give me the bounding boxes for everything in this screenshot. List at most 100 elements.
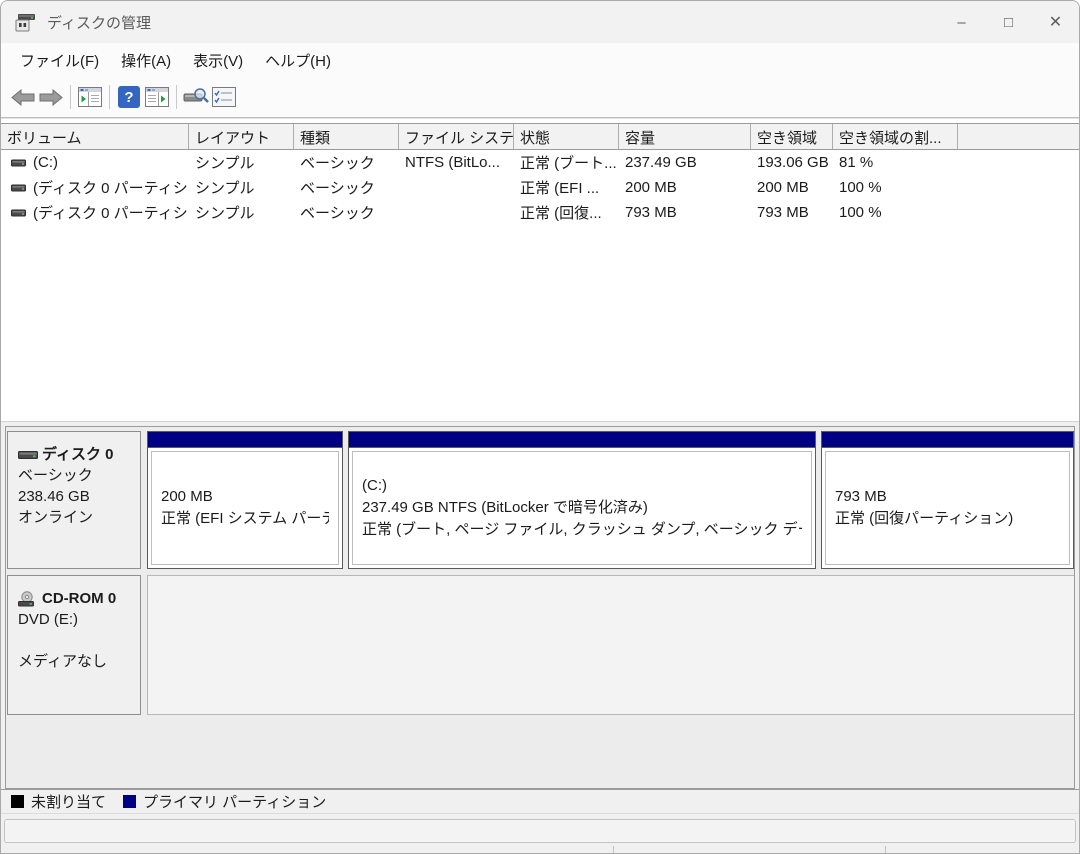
disk-properties-button[interactable] — [182, 83, 210, 111]
cell-free: 193.06 GB — [757, 154, 829, 171]
view-options-button[interactable] — [210, 83, 238, 111]
cell-type: ベーシック — [300, 155, 375, 172]
view-options-icon — [212, 87, 236, 107]
hdd-volume-icon — [11, 208, 26, 218]
unallocated-swatch — [11, 795, 24, 808]
partition-c[interactable]: (C:) 237.49 GB NTFS (BitLocker で暗号化済み) 正… — [348, 431, 816, 569]
help-button[interactable]: ? — [115, 83, 143, 111]
console-tree-icon — [78, 87, 102, 107]
status-grip-strip — [1, 845, 1079, 853]
volume-list-header: ボリューム レイアウト 種類 ファイル システム 状態 容量 空き領域 空き領域… — [1, 123, 1079, 150]
disk0-label-panel[interactable]: ディスク 0 ベーシック 238.46 GB オンライン — [7, 431, 141, 569]
volume-list-pane: ボリューム レイアウト 種類 ファイル システム 状態 容量 空き領域 空き領域… — [1, 118, 1079, 421]
table-row[interactable]: (ディスク 0 パーティシ... シンプル ベーシック 正常 (EFI ... … — [1, 175, 1079, 200]
partition-status: 正常 (ブート, ページ ファイル, クラッシュ ダンプ, ベーシック データ … — [362, 521, 802, 538]
help-icon: ? — [118, 86, 140, 108]
status-divider — [613, 846, 614, 853]
partition-recovery[interactable]: 793 MB 正常 (回復パーティション) — [821, 431, 1074, 569]
partition-letter: (C:) — [362, 477, 387, 494]
column-header-free-pct[interactable]: 空き領域の割... — [833, 124, 958, 149]
toolbar-separator — [109, 85, 110, 109]
partition-status: 正常 (EFI システム パーティ — [161, 510, 329, 527]
column-header-filler — [958, 124, 1079, 149]
status-message-pane — [4, 819, 1076, 843]
cell-free-pct: 81 % — [839, 154, 874, 171]
partition-color-bar — [148, 432, 342, 448]
primary-partition-swatch — [123, 795, 137, 808]
caption-buttons: – □ ✕ — [938, 1, 1079, 43]
cell-layout: シンプル — [195, 155, 255, 172]
partition-status: 正常 (回復パーティション) — [835, 510, 1014, 527]
partition-size: 237.49 GB NTFS (BitLocker で暗号化済み) — [362, 499, 648, 516]
cell-filesystem: NTFS (BitLo... — [405, 154, 501, 171]
partition-color-bar — [349, 432, 815, 448]
statusbar — [1, 813, 1079, 853]
graphical-view-region: ディスク 0 ベーシック 238.46 GB オンライン 200 MB 正常 (… — [5, 426, 1075, 789]
maximize-button[interactable]: □ — [985, 1, 1032, 43]
partition-color-bar — [822, 432, 1073, 448]
unallocated-label: 未割り当て — [31, 794, 107, 811]
partition-size: 200 MB — [161, 488, 213, 505]
cell-free-pct: 100 % — [839, 204, 882, 221]
cell-capacity: 200 MB — [625, 179, 677, 196]
show-console-tree-button[interactable] — [76, 83, 104, 111]
disk-properties-icon — [183, 87, 209, 107]
cdrom-name: CD-ROM 0 — [42, 590, 117, 607]
disk-management-app-icon — [15, 13, 37, 32]
primary-partition-label: プライマリ パーティション — [143, 794, 327, 811]
window-title: ディスクの管理 — [47, 14, 151, 32]
table-row[interactable]: (C:) シンプル ベーシック NTFS (BitLo... 正常 (ブート..… — [1, 150, 1079, 175]
show-action-pane-button[interactable] — [143, 83, 171, 111]
menu-action[interactable]: 操作(A) — [110, 45, 182, 76]
cell-free: 200 MB — [757, 179, 809, 196]
partition-size: 793 MB — [835, 488, 887, 505]
cell-type: ベーシック — [300, 180, 375, 197]
menu-help[interactable]: ヘルプ(H) — [254, 45, 342, 76]
forward-button[interactable] — [37, 83, 65, 111]
disk0-partitions: 200 MB 正常 (EFI システム パーティ (C:) 237.49 GB … — [147, 431, 1074, 569]
disk-status: オンライン — [18, 509, 94, 526]
minimize-button[interactable]: – — [938, 1, 985, 43]
column-header-layout[interactable]: レイアウト — [189, 124, 294, 149]
hdd-disk-icon — [18, 449, 38, 461]
toolbar-separator — [70, 85, 71, 109]
cdrom0-empty-region[interactable] — [147, 575, 1074, 715]
titlebar: ディスクの管理 – □ ✕ — [1, 1, 1079, 43]
volume-name: (ディスク 0 パーティシ... — [33, 180, 189, 197]
cell-free-pct: 100 % — [839, 179, 882, 196]
cell-layout: シンプル — [195, 205, 255, 222]
column-header-status[interactable]: 状態 — [514, 124, 619, 149]
column-header-type[interactable]: 種類 — [294, 124, 399, 149]
cell-status: 正常 (回復... — [520, 205, 602, 222]
column-header-capacity[interactable]: 容量 — [619, 124, 751, 149]
cdrom-media-status: メディアなし — [18, 653, 107, 670]
menu-file[interactable]: ファイル(F) — [9, 45, 110, 76]
status-divider — [885, 846, 886, 853]
hdd-volume-icon — [11, 158, 26, 168]
forward-icon — [39, 88, 63, 106]
disk-name: ディスク 0 — [42, 446, 114, 463]
menu-view[interactable]: 表示(V) — [182, 45, 254, 76]
column-header-filesystem[interactable]: ファイル システム — [399, 124, 514, 149]
hdd-volume-icon — [11, 183, 26, 193]
cdrom-icon — [18, 590, 38, 607]
column-header-volume[interactable]: ボリューム — [1, 124, 189, 149]
menubar: ファイル(F) 操作(A) 表示(V) ヘルプ(H) — [1, 43, 1079, 77]
cell-status: 正常 (EFI ... — [520, 180, 600, 197]
volume-name: (ディスク 0 パーティシ... — [33, 205, 189, 222]
table-row[interactable]: (ディスク 0 パーティシ... シンプル ベーシック 正常 (回復... 79… — [1, 200, 1079, 225]
close-button[interactable]: ✕ — [1032, 1, 1079, 43]
volume-name: (C:) — [33, 154, 58, 171]
back-button[interactable] — [9, 83, 37, 111]
cdrom0-label-panel[interactable]: CD-ROM 0 DVD (E:) メディアなし — [7, 575, 141, 715]
cell-capacity: 793 MB — [625, 204, 677, 221]
cell-capacity: 237.49 GB — [625, 154, 697, 171]
cell-free: 793 MB — [757, 204, 809, 221]
partition-efi[interactable]: 200 MB 正常 (EFI システム パーティ — [147, 431, 343, 569]
toolbar-separator — [176, 85, 177, 109]
column-header-free[interactable]: 空き領域 — [751, 124, 833, 149]
legend-bar: 未割り当て プライマリ パーティション — [1, 789, 1079, 813]
back-icon — [11, 88, 35, 106]
disk-management-window: ディスクの管理 – □ ✕ ファイル(F) 操作(A) 表示(V) ヘルプ(H) — [0, 0, 1080, 854]
disk-size: 238.46 GB — [18, 488, 90, 505]
